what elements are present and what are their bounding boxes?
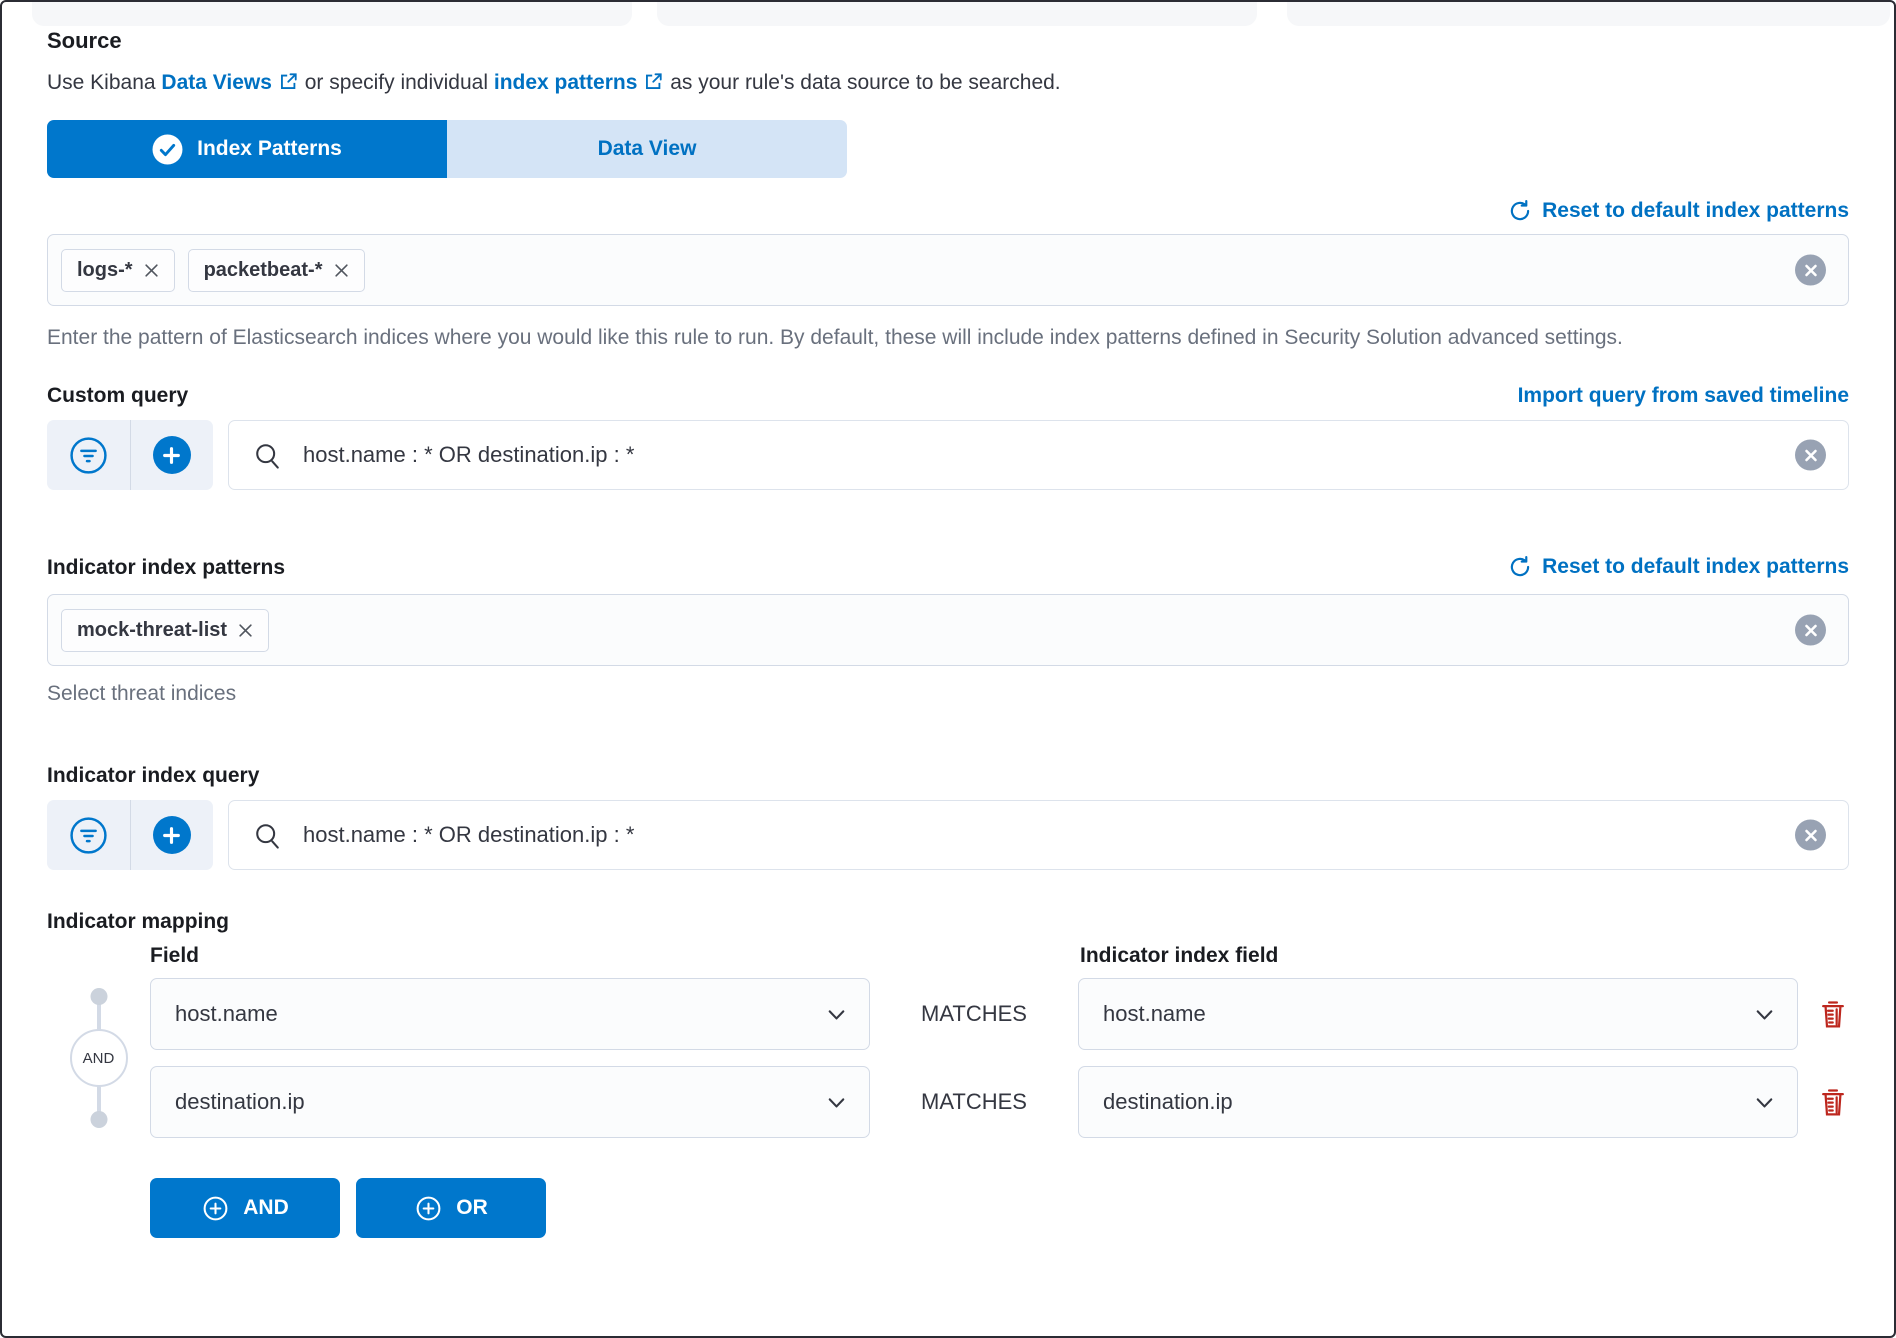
index-patterns-help-text: Enter the pattern of Elasticsearch indic… xyxy=(47,322,1849,354)
indicator-field-select[interactable]: host.name xyxy=(1078,978,1798,1050)
top-fragment xyxy=(1287,0,1890,26)
clear-icon xyxy=(1804,263,1818,277)
matches-operator: MATCHES xyxy=(870,1089,1078,1115)
indicator-pattern-tag: mock-threat-list xyxy=(61,609,269,652)
connector-dot xyxy=(90,1111,107,1128)
toggle-label: Index Patterns xyxy=(197,137,342,161)
filter-icon xyxy=(68,815,109,856)
clear-query-button[interactable] xyxy=(1795,820,1826,851)
search-icon xyxy=(253,441,282,470)
index-patterns-combobox[interactable]: logs-* packetbeat-* xyxy=(47,234,1849,306)
field-select[interactable]: destination.ip xyxy=(150,1066,870,1138)
field-select-value: destination.ip xyxy=(175,1089,305,1115)
field-select[interactable]: host.name xyxy=(150,978,870,1050)
source-description: Use Kibana Data Views or specify individ… xyxy=(47,68,1849,98)
query-text: host.name : * OR destination.ip : * xyxy=(303,822,634,848)
source-title: Source xyxy=(47,28,1849,54)
external-link-icon xyxy=(278,71,299,92)
top-fragment xyxy=(32,0,632,26)
field-select-value: host.name xyxy=(175,1001,278,1027)
chevron-down-icon xyxy=(1752,1090,1777,1115)
connector-dot xyxy=(90,988,107,1005)
mapping-headers: Field Indicator index field xyxy=(47,944,1849,968)
add-or-button[interactable]: OR xyxy=(356,1178,546,1238)
indicator-mapping-label: Indicator mapping xyxy=(47,910,229,933)
filter-icon xyxy=(68,435,109,476)
clear-combobox-button[interactable] xyxy=(1795,615,1826,646)
clear-icon xyxy=(1804,828,1818,842)
indicator-field-select-value: host.name xyxy=(1103,1001,1206,1027)
clear-combobox-button[interactable] xyxy=(1795,255,1826,286)
plus-circle-icon xyxy=(414,1194,443,1223)
data-views-link[interactable]: Data Views xyxy=(161,71,299,94)
reset-default-index-patterns-link[interactable]: Reset to default index patterns xyxy=(1507,198,1849,224)
indicator-index-patterns-label: Indicator index patterns xyxy=(47,556,285,580)
chevron-down-icon xyxy=(1752,1002,1777,1027)
query-text: host.name : * OR destination.ip : * xyxy=(303,442,634,468)
filter-settings-button[interactable] xyxy=(47,800,130,870)
add-filter-button[interactable] xyxy=(130,420,214,490)
reset-default-indicator-patterns-link[interactable]: Reset to default index patterns xyxy=(1507,554,1849,580)
description-text: as your rule's data source to be searche… xyxy=(664,71,1060,94)
index-patterns-toggle-button[interactable]: Index Patterns xyxy=(47,120,447,178)
indicator-field-select[interactable]: destination.ip xyxy=(1078,1066,1798,1138)
indicator-index-patterns-combobox[interactable]: mock-threat-list xyxy=(47,594,1849,666)
clear-query-button[interactable] xyxy=(1795,440,1826,471)
mapping-rows: AND host.name MATCHES host.name xyxy=(47,978,1849,1138)
delete-mapping-row-button[interactable] xyxy=(1817,1085,1849,1119)
source-type-toggle: Index Patterns Data View xyxy=(47,120,847,178)
index-patterns-link[interactable]: index patterns xyxy=(494,71,665,94)
search-icon xyxy=(253,821,282,850)
index-pattern-tag: logs-* xyxy=(61,249,175,292)
toggle-label: Data View xyxy=(598,137,697,161)
remove-tag-icon[interactable] xyxy=(238,623,253,638)
refresh-icon xyxy=(1507,554,1533,580)
plus-circle-icon xyxy=(201,1194,230,1223)
plus-icon xyxy=(161,445,182,466)
custom-query-bar: host.name : * OR destination.ip : * xyxy=(47,420,1849,490)
remove-tag-icon[interactable] xyxy=(334,263,349,278)
index-pattern-tag: packetbeat-* xyxy=(188,249,365,292)
description-text: or specify individual xyxy=(299,71,494,94)
clear-icon xyxy=(1804,448,1818,462)
indicator-field-column-header: Indicator index field xyxy=(1080,944,1802,968)
custom-query-input[interactable]: host.name : * OR destination.ip : * xyxy=(228,420,1849,490)
add-filter-button[interactable] xyxy=(130,800,214,870)
and-connector: AND xyxy=(47,986,150,1130)
threat-indices-help-text: Select threat indices xyxy=(47,682,1849,706)
indicator-index-query-label: Indicator index query xyxy=(47,764,259,787)
connector-and-badge: AND xyxy=(70,1029,128,1087)
query-filter-controls xyxy=(47,420,213,490)
import-saved-timeline-link[interactable]: Import query from saved timeline xyxy=(1518,384,1849,408)
chevron-down-icon xyxy=(824,1002,849,1027)
plus-icon xyxy=(161,825,182,846)
custom-query-label: Custom query xyxy=(47,384,188,408)
trash-icon xyxy=(1817,997,1849,1031)
field-column-header: Field xyxy=(150,944,872,968)
mapping-row: destination.ip MATCHES destination.ip xyxy=(47,1066,1849,1138)
mapping-actions: AND OR xyxy=(150,1178,1849,1238)
chevron-down-icon xyxy=(824,1090,849,1115)
data-view-toggle-button[interactable]: Data View xyxy=(447,120,847,178)
mapping-row: host.name MATCHES host.name xyxy=(47,978,1849,1050)
check-circle-icon xyxy=(152,134,183,165)
top-fragment xyxy=(657,0,1257,26)
indicator-query-bar: host.name : * OR destination.ip : * xyxy=(47,800,1849,870)
clear-icon xyxy=(1804,623,1818,637)
add-and-button[interactable]: AND xyxy=(150,1178,340,1238)
trash-icon xyxy=(1817,1085,1849,1119)
matches-operator: MATCHES xyxy=(870,1001,1078,1027)
delete-mapping-row-button[interactable] xyxy=(1817,997,1849,1031)
remove-tag-icon[interactable] xyxy=(144,263,159,278)
external-link-icon xyxy=(643,71,664,92)
description-text: Use Kibana xyxy=(47,71,161,94)
rule-source-panel: Source Use Kibana Data Views or specify … xyxy=(0,0,1896,1338)
refresh-icon xyxy=(1507,198,1533,224)
indicator-query-input[interactable]: host.name : * OR destination.ip : * xyxy=(228,800,1849,870)
filter-settings-button[interactable] xyxy=(47,420,130,490)
indicator-field-select-value: destination.ip xyxy=(1103,1089,1233,1115)
query-filter-controls xyxy=(47,800,213,870)
